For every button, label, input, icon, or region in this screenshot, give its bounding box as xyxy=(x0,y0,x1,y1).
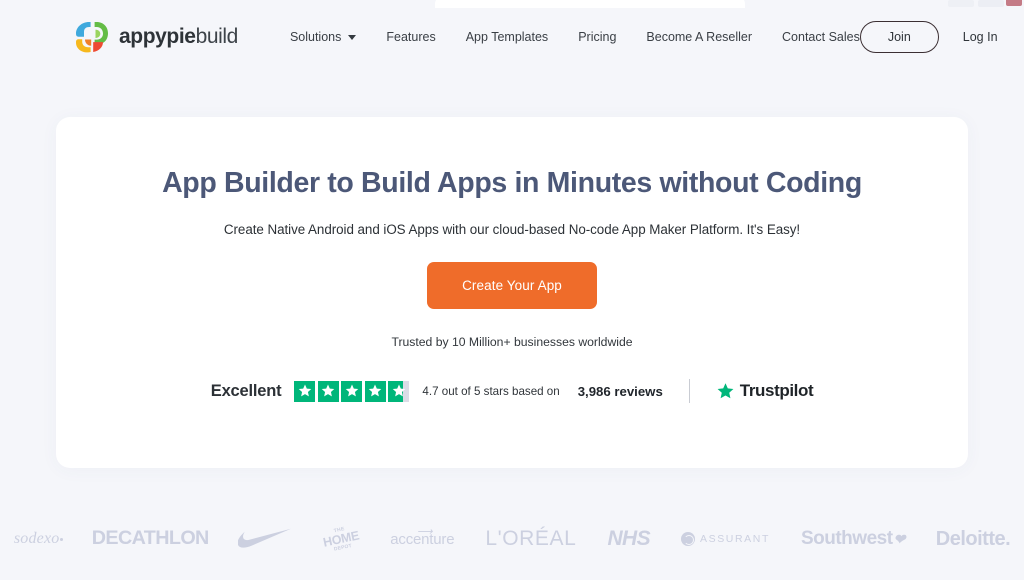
window-minimize-button[interactable] xyxy=(948,0,974,7)
nav-item-contact-sales[interactable]: Contact Sales xyxy=(782,30,860,44)
nav-item-pricing[interactable]: Pricing xyxy=(578,30,616,44)
trusted-by-text: Trusted by 10 Million+ businesses worldw… xyxy=(391,335,633,350)
browser-tab[interactable] xyxy=(435,0,745,8)
rating-summary-text: 4.7 out of 5 stars based on xyxy=(422,384,560,398)
globe-icon xyxy=(680,532,695,546)
star-icon-2 xyxy=(317,380,339,402)
brand-logo-link[interactable]: appypiebuild xyxy=(74,20,238,54)
logo-deloitte: Deloitte. xyxy=(935,527,1011,550)
nav-item-features[interactable]: Features xyxy=(386,30,435,44)
hero-subtitle: Create Native Android and iOS Apps with … xyxy=(223,222,801,238)
brand-name-primary: appypie xyxy=(119,25,196,48)
nav-item-app-templates-label: App Templates xyxy=(465,30,549,44)
nav-item-solutions[interactable]: Solutions xyxy=(289,30,357,44)
rating-word: Excellent xyxy=(210,381,282,400)
customer-logo-strip: sodexo DECATHLON THE HOME DEPOT ⟶ accentu… xyxy=(0,508,1024,570)
logo-sodexo: sodexo xyxy=(14,530,64,548)
trustpilot-star-icon xyxy=(717,382,734,398)
header-actions: Join Log In xyxy=(859,21,998,53)
browser-chrome-sliver xyxy=(0,0,1024,9)
star-icon-4 xyxy=(364,380,386,402)
brand-name-secondary: build xyxy=(195,25,239,48)
hero-card: App Builder to Build Apps in Minutes wit… xyxy=(56,117,968,468)
trustpilot-wordmark: Trustpilot xyxy=(739,381,814,401)
star-rating xyxy=(294,380,410,402)
window-maximize-button[interactable] xyxy=(978,0,1004,7)
brand-wordmark: appypiebuild xyxy=(119,25,238,49)
page-title: App Builder to Build Apps in Minutes wit… xyxy=(162,167,862,199)
logo-nike xyxy=(237,528,292,550)
appypie-petal-logo-icon xyxy=(74,20,110,54)
join-button[interactable]: Join xyxy=(859,21,939,53)
nav-item-app-templates[interactable]: App Templates xyxy=(466,30,548,44)
nav-item-become-a-reseller[interactable]: Become A Reseller xyxy=(646,30,752,44)
login-link[interactable]: Log In xyxy=(963,30,998,44)
star-icon-3 xyxy=(341,380,363,402)
logo-decathlon: DECATHLON xyxy=(92,528,210,549)
nav-item-become-a-reseller-label: Become A Reseller xyxy=(646,30,753,44)
nav-item-pricing-label: Pricing xyxy=(578,30,617,44)
trustpilot-rating: Excellent 4.7 out of 5 stars based on 3,… xyxy=(210,379,814,404)
logo-home-depot: THE HOME DEPOT xyxy=(321,525,361,552)
review-count: 3,986 reviews xyxy=(577,383,663,399)
create-your-app-button[interactable]: Create Your App xyxy=(427,262,597,310)
logo-nhs: NHS xyxy=(607,527,650,550)
star-icon-5-partial xyxy=(388,380,410,402)
main-navigation: Solutions Features App Templates Pricing… xyxy=(290,30,860,44)
logo-southwest: Southwest ❤ xyxy=(800,528,905,549)
rating-divider xyxy=(688,379,690,404)
star-icon-1 xyxy=(294,380,316,402)
chevron-down-icon xyxy=(348,34,357,40)
nav-item-contact-sales-label: Contact Sales xyxy=(782,30,860,44)
logo-assurant: ASSURANT xyxy=(680,532,770,546)
site-header: appypiebuild Solutions Features App Temp… xyxy=(0,9,1024,65)
logo-loreal: L'ORÉAL xyxy=(485,527,577,550)
logo-accenture: ⟶ accenture xyxy=(390,525,455,548)
nav-item-features-label: Features xyxy=(386,30,436,44)
nav-item-solutions-label: Solutions xyxy=(289,30,342,44)
trustpilot-logo[interactable]: Trustpilot xyxy=(716,381,814,401)
window-close-button[interactable] xyxy=(1006,0,1022,6)
